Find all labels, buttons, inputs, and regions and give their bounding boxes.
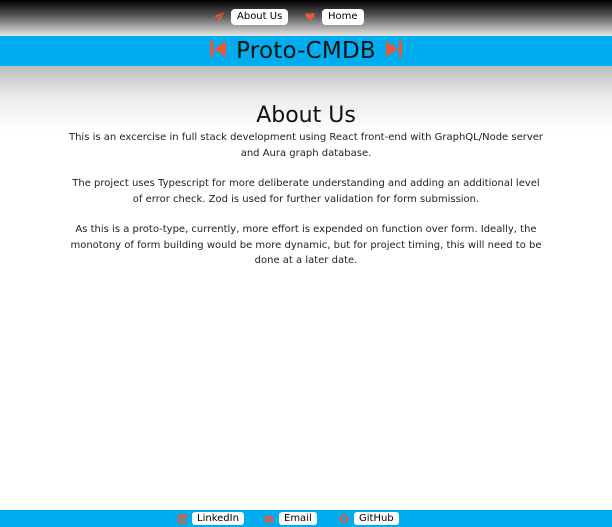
github-icon	[339, 514, 349, 524]
skip-back-icon	[209, 39, 227, 63]
skip-forward-icon	[385, 39, 403, 63]
paper-plane-icon	[213, 11, 225, 23]
app-title: Proto-CMDB	[236, 38, 376, 64]
about-paragraph: As this is a proto-type, currently, more…	[70, 224, 542, 266]
about-paragraph: This is an excercise in full stack devel…	[68, 132, 544, 159]
about-paragraph: The project uses Typescript for more del…	[72, 178, 540, 205]
footer-linkedin[interactable]: LinkedIn	[177, 512, 244, 525]
footer-github[interactable]: GitHub	[339, 512, 399, 525]
page-title: About Us	[256, 102, 356, 128]
footer-email[interactable]: Email	[264, 512, 317, 525]
footer: LinkedIn Email GitHub	[0, 510, 612, 527]
footer-email-label[interactable]: Email	[279, 512, 317, 525]
footer-github-label[interactable]: GitHub	[354, 512, 399, 525]
email-icon	[264, 514, 274, 524]
nav-about[interactable]: About Us	[213, 9, 289, 25]
nav-home-label[interactable]: Home	[322, 9, 364, 25]
nav-about-label[interactable]: About Us	[231, 9, 289, 25]
top-nav: About Us Home	[0, 0, 612, 36]
brand-banner: Proto-CMDB	[0, 36, 612, 66]
linkedin-icon	[177, 514, 187, 524]
footer-linkedin-label[interactable]: LinkedIn	[192, 512, 244, 525]
heart-icon	[304, 11, 316, 23]
about-content: This is an excercise in full stack devel…	[66, 130, 546, 284]
nav-home[interactable]: Home	[304, 9, 364, 25]
